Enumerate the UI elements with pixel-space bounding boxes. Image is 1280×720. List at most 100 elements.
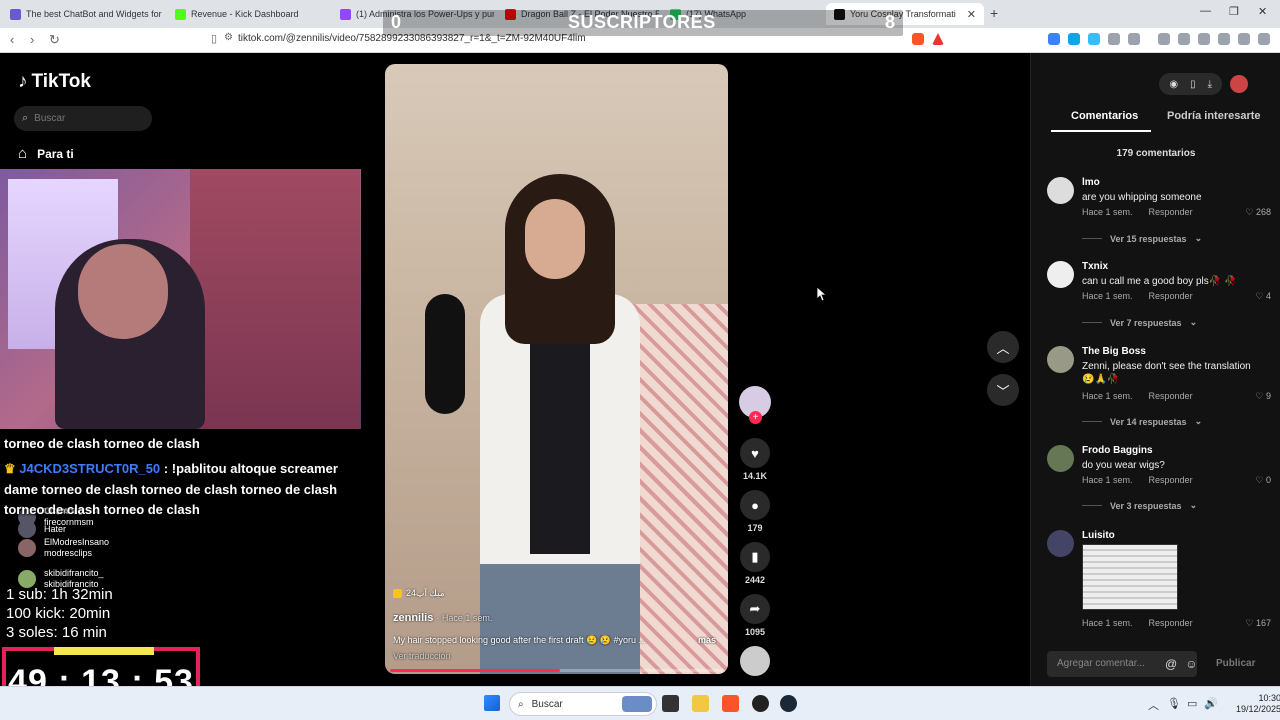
taskbar-clock[interactable]: 10:30 19/12/2025: [1236, 693, 1280, 715]
reply-button[interactable]: Responder: [1149, 291, 1193, 301]
comment-item: Frodo Baggins do you wear wigs? Hace 1 s…: [1047, 445, 1271, 515]
extension-icon[interactable]: [1128, 33, 1140, 45]
volume-icon[interactable]: 🔊: [1204, 697, 1218, 710]
comment-item: lmo are you whipping someone Hace 1 sem.…: [1047, 177, 1271, 247]
comment-like[interactable]: ♡ 4: [1255, 291, 1271, 302]
reload-icon[interactable]: ↻: [49, 32, 60, 48]
avatar[interactable]: [1047, 346, 1074, 373]
publish-button[interactable]: Publicar: [1216, 658, 1255, 669]
vpn-icon[interactable]: [1238, 33, 1250, 45]
obs-icon[interactable]: [752, 695, 769, 712]
close-tab-icon[interactable]: ✕: [967, 8, 976, 21]
microphone-icon[interactable]: 🎙: [1167, 697, 1181, 710]
profile-avatar[interactable]: [1230, 75, 1248, 93]
comment-author[interactable]: Frodo Baggins: [1082, 445, 1153, 456]
follow-plus-icon[interactable]: +: [749, 411, 762, 424]
nav-for-you[interactable]: ⌂ Para ti: [18, 145, 74, 162]
steam-icon[interactable]: [780, 695, 797, 712]
reply-button[interactable]: Responder: [1149, 618, 1193, 628]
tab-comments[interactable]: Comentarios: [1071, 110, 1138, 122]
video-player[interactable]: ميك آپ24 zennilis · Hace 1 sem. My hair …: [385, 64, 728, 674]
browser-tab[interactable]: The best ChatBot and Widgets for Ki: [2, 3, 164, 25]
brave-shield-icon[interactable]: [912, 33, 924, 45]
brave-rewards-icon[interactable]: [932, 33, 944, 45]
view-replies[interactable]: Ver 14 respuestas ⌄: [1082, 416, 1202, 427]
creator-avatar[interactable]: +: [738, 386, 772, 424]
comment-button[interactable]: ● 179: [738, 490, 772, 533]
emoji-icon[interactable]: ☺: [1185, 657, 1197, 671]
avatar[interactable]: [1047, 530, 1074, 557]
comment-like[interactable]: ♡ 268: [1245, 207, 1271, 218]
comment-like[interactable]: ♡ 167: [1245, 618, 1271, 629]
avatar[interactable]: [1047, 261, 1074, 288]
windows-start-icon[interactable]: [484, 695, 500, 711]
minimize-icon[interactable]: —: [1200, 5, 1211, 17]
search-input[interactable]: [34, 113, 135, 124]
search-box[interactable]: ⌕: [14, 106, 152, 131]
close-window-icon[interactable]: ✕: [1258, 5, 1267, 18]
save-button[interactable]: ▮ 2442: [738, 542, 772, 585]
phone-icon[interactable]: ▯: [1190, 79, 1196, 90]
following-item[interactable]: ElModresInsano modresclips: [18, 537, 109, 559]
comment-like[interactable]: ♡ 9: [1255, 391, 1271, 402]
comment-like[interactable]: ♡ 0: [1255, 475, 1271, 486]
browser-tab[interactable]: Revenue - Kick Dashboard: [167, 3, 329, 25]
video-progress-bar[interactable]: [390, 669, 723, 672]
extension-icon[interactable]: [1048, 33, 1060, 45]
next-video-button[interactable]: ﹀: [987, 374, 1019, 406]
extensions-puzzle-icon[interactable]: [1108, 33, 1120, 45]
avatar[interactable]: [1047, 177, 1074, 204]
sidebar-icon[interactable]: [1178, 33, 1190, 45]
view-replies[interactable]: Ver 3 respuestas ⌄: [1082, 500, 1197, 511]
comment-author[interactable]: lmo: [1082, 177, 1100, 188]
sound-tag[interactable]: ميك آپ24: [393, 588, 445, 599]
previous-video-button[interactable]: ︿: [987, 331, 1019, 363]
comment-sticker-image[interactable]: [1082, 544, 1178, 610]
comment-author[interactable]: The Big Boss: [1082, 346, 1146, 357]
reply-button[interactable]: Responder: [1149, 391, 1193, 401]
comment-author[interactable]: Luisito: [1082, 530, 1115, 541]
view-replies-text: Ver 14 respuestas: [1110, 416, 1187, 427]
extension-icon[interactable]: [1198, 33, 1210, 45]
bookmark-icon: ▮: [740, 542, 770, 572]
reply-button[interactable]: Responder: [1149, 207, 1193, 217]
forward-icon[interactable]: ›: [30, 32, 34, 47]
like-count: 0: [1265, 475, 1271, 485]
new-tab-icon[interactable]: +: [990, 5, 998, 21]
sound-disc[interactable]: [738, 646, 772, 676]
comment-author[interactable]: Txnix: [1082, 261, 1108, 272]
translate-link[interactable]: Ver traducción: [393, 651, 451, 661]
avatar[interactable]: [1047, 445, 1074, 472]
comment-time: Hace 1 sem.: [1082, 391, 1133, 401]
site-info-icon[interactable]: ⚙: [224, 32, 233, 43]
download-icon[interactable]: ⤓: [1208, 79, 1212, 90]
add-comment-tools: @ ☺: [1165, 657, 1197, 671]
wallet-icon[interactable]: [1218, 33, 1230, 45]
video-author[interactable]: zennilis · Hace 1 sem.: [393, 612, 492, 624]
media-icon[interactable]: [1158, 33, 1170, 45]
share-button[interactable]: ➦ 1095: [738, 594, 772, 637]
menu-icon[interactable]: [1258, 33, 1270, 45]
like-button[interactable]: ♥ 14.1K: [738, 438, 772, 481]
brave-browser-icon[interactable]: [722, 695, 739, 712]
tray-chevron-icon[interactable]: ︿: [1148, 697, 1159, 713]
compass-icon[interactable]: ◉: [1169, 79, 1178, 90]
taskbar-search[interactable]: ⌕ Buscar: [509, 692, 657, 716]
caption-more-link[interactable]: más: [698, 635, 716, 645]
network-icon[interactable]: ▭: [1187, 697, 1197, 710]
file-explorer-icon[interactable]: [692, 695, 709, 712]
tab-interesting[interactable]: Podría interesarte: [1167, 110, 1261, 122]
reply-button[interactable]: Responder: [1149, 475, 1193, 485]
extension-icon[interactable]: [1088, 33, 1100, 45]
like-count: 14.1K: [742, 471, 768, 481]
tiktok-logo[interactable]: ♪ TikTok: [18, 71, 91, 93]
mention-icon[interactable]: @: [1165, 657, 1177, 671]
view-replies[interactable]: Ver 7 respuestas ⌄: [1082, 317, 1197, 328]
bookmark-icon[interactable]: ▯: [211, 32, 217, 45]
view-replies[interactable]: Ver 15 respuestas ⌄: [1082, 233, 1202, 244]
extension-icon[interactable]: [1068, 33, 1080, 45]
task-view-icon[interactable]: [662, 695, 679, 712]
maximize-icon[interactable]: ❐: [1229, 5, 1239, 18]
back-icon[interactable]: ‹: [10, 32, 14, 47]
avatar: +: [739, 386, 771, 424]
